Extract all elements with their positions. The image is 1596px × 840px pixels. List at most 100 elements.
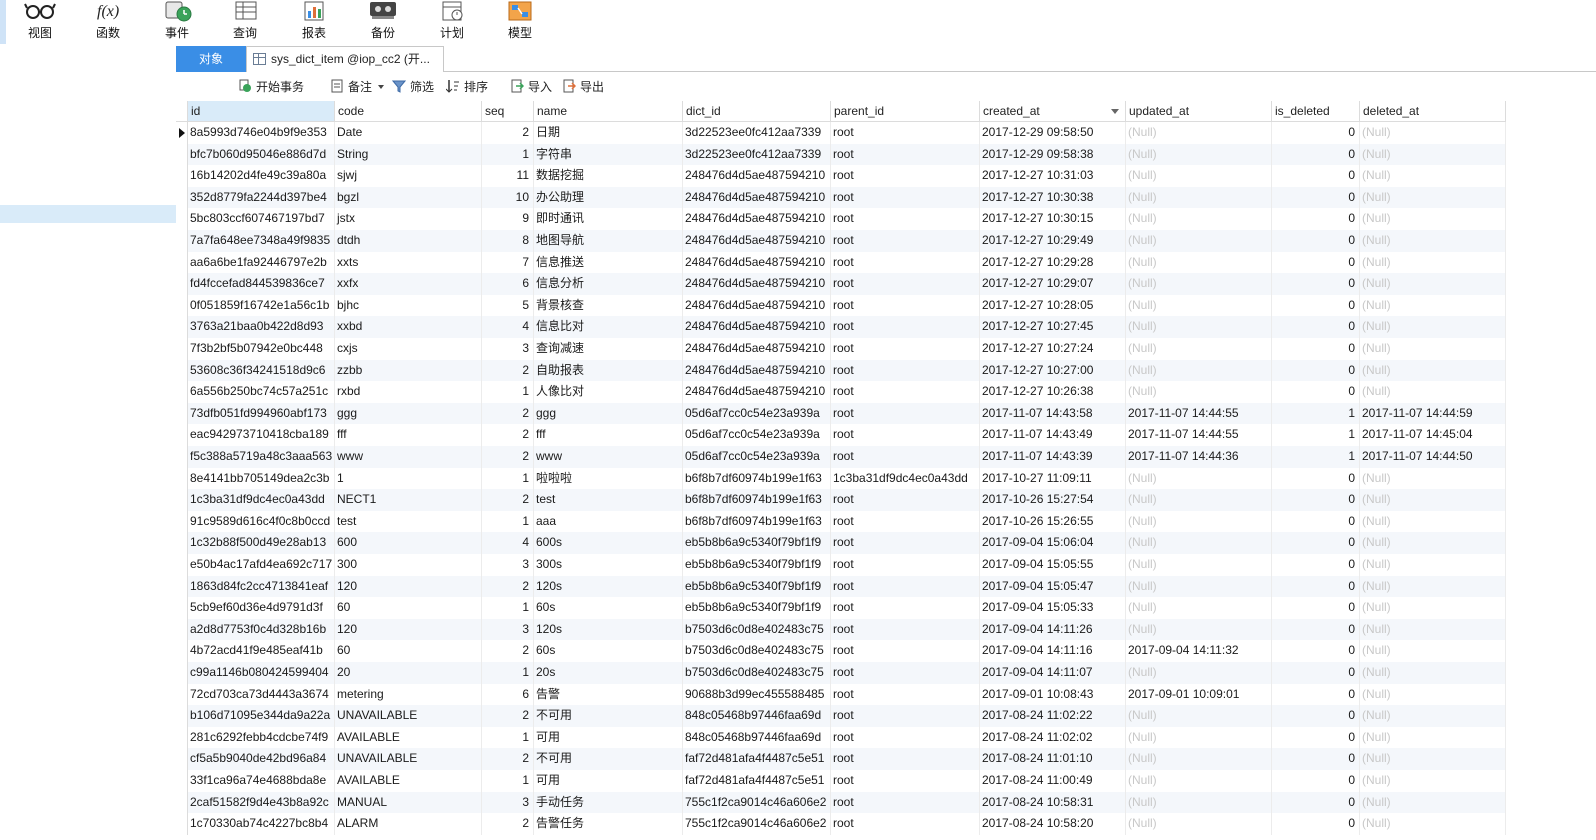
cell-name[interactable]: fff <box>534 424 683 446</box>
row-selector[interactable] <box>176 532 188 554</box>
cell-deleted-at[interactable]: (Null) <box>1360 165 1506 187</box>
row-selector[interactable] <box>176 726 188 749</box>
cell-code[interactable]: ALARM <box>335 813 482 835</box>
table-row[interactable]: 33f1ca96a74e4688bda8e AVAILABLE 1 可用 faf72d4… <box>176 770 1506 792</box>
cell-is-deleted[interactable]: 0 <box>1272 618 1360 641</box>
cell-created-at[interactable]: 2017-12-29 09:58:38 <box>980 143 1126 166</box>
cell-updated-at[interactable]: (Null) <box>1126 705 1272 727</box>
cell-seq[interactable]: 2 <box>482 359 534 382</box>
cell-seq[interactable]: 4 <box>482 532 534 554</box>
cell-seq[interactable]: 3 <box>482 338 534 360</box>
cell-name[interactable]: ggg <box>534 402 683 425</box>
cell-id[interactable]: 73dfb051fd994960abf173 <box>188 402 335 425</box>
cell-updated-at[interactable]: (Null) <box>1126 532 1272 554</box>
cell-created-at[interactable]: 2017-12-27 10:30:15 <box>980 208 1126 230</box>
cell-parent-id[interactable]: root <box>831 165 980 187</box>
table-row[interactable]: 5cb9ef60d36e4d9791d3f 60 1 60s eb5b8b6a9c534… <box>176 597 1506 619</box>
cell-updated-at[interactable]: (Null) <box>1126 467 1272 490</box>
ribbon-report-button[interactable]: 报表 <box>286 0 342 44</box>
cell-seq[interactable]: 1 <box>482 381 534 403</box>
cell-parent-id[interactable]: root <box>831 294 980 317</box>
row-selector[interactable] <box>176 770 188 792</box>
cell-id[interactable]: 16b14202d4fe49c39a80a <box>188 165 335 187</box>
column-header-id[interactable]: id <box>188 101 335 122</box>
cell-created-at[interactable]: 2017-11-07 14:43:39 <box>980 446 1126 468</box>
cell-dict-id[interactable]: 248476d4d5ae487594210 <box>683 381 831 403</box>
cell-id[interactable]: 352d8779fa2244d397be4 <box>188 186 335 209</box>
cell-id[interactable]: eac942973710418cba189 <box>188 424 335 446</box>
cell-parent-id[interactable]: root <box>831 402 980 425</box>
table-row[interactable]: bfc7b060d95046e886d7d String 1 字符串 3d22523ee… <box>176 143 1506 166</box>
cell-created-at[interactable]: 2017-10-26 15:27:54 <box>980 489 1126 511</box>
cell-seq[interactable]: 2 <box>482 705 534 727</box>
cell-seq[interactable]: 3 <box>482 554 534 576</box>
cell-code[interactable]: String <box>335 143 482 166</box>
sort-button[interactable]: 排序 <box>446 78 488 96</box>
row-selector[interactable] <box>176 748 188 770</box>
cell-name[interactable]: 信息比对 <box>534 316 683 338</box>
cell-is-deleted[interactable]: 0 <box>1272 597 1360 619</box>
cell-code[interactable]: www <box>335 446 482 468</box>
cell-dict-id[interactable]: b6f8b7df60974b199e1f63 <box>683 489 831 511</box>
column-header-name[interactable]: name <box>534 101 683 122</box>
cell-created-at[interactable]: 2017-10-26 15:26:55 <box>980 510 1126 533</box>
cell-deleted-at[interactable]: (Null) <box>1360 230 1506 252</box>
cell-deleted-at[interactable]: (Null) <box>1360 359 1506 382</box>
cell-dict-id[interactable]: eb5b8b6a9c5340f79bf1f9 <box>683 597 831 619</box>
row-selector[interactable] <box>176 467 188 490</box>
cell-name[interactable]: 120s <box>534 575 683 598</box>
export-button[interactable]: 导出 <box>562 78 604 96</box>
cell-deleted-at[interactable]: (Null) <box>1360 381 1506 403</box>
notes-dropdown-icon[interactable] <box>378 85 385 89</box>
cell-deleted-at[interactable]: (Null) <box>1360 186 1506 209</box>
cell-code[interactable]: ggg <box>335 402 482 425</box>
cell-seq[interactable]: 2 <box>482 748 534 770</box>
table-row[interactable]: 5bc803ccf607467197bd7 jstx 9 即时通讯 248476d4d5… <box>176 208 1506 230</box>
cell-created-at[interactable]: 2017-08-24 11:02:02 <box>980 726 1126 749</box>
cell-deleted-at[interactable]: (Null) <box>1360 510 1506 533</box>
cell-is-deleted[interactable]: 0 <box>1272 532 1360 554</box>
cell-dict-id[interactable]: 248476d4d5ae487594210 <box>683 338 831 360</box>
row-selector[interactable] <box>176 143 188 166</box>
cell-seq[interactable]: 2 <box>482 402 534 425</box>
cell-dict-id[interactable]: b6f8b7df60974b199e1f63 <box>683 467 831 490</box>
cell-code[interactable]: 120 <box>335 575 482 598</box>
cell-updated-at[interactable]: (Null) <box>1126 294 1272 317</box>
row-selector[interactable] <box>176 618 188 641</box>
cell-parent-id[interactable]: root <box>831 359 980 382</box>
column-header-seq[interactable]: seq <box>482 101 534 122</box>
cell-dict-id[interactable]: 248476d4d5ae487594210 <box>683 294 831 317</box>
cell-seq[interactable]: 3 <box>482 618 534 641</box>
column-header-created-at[interactable]: created_at <box>980 101 1126 122</box>
cell-dict-id[interactable]: 248476d4d5ae487594210 <box>683 186 831 209</box>
cell-dict-id[interactable]: 05d6af7cc0c54e23a939a <box>683 446 831 468</box>
row-selector[interactable] <box>176 683 188 706</box>
cell-created-at[interactable]: 2017-12-27 10:27:24 <box>980 338 1126 360</box>
cell-parent-id[interactable]: root <box>831 770 980 792</box>
notes-button[interactable]: 备注 <box>330 78 385 96</box>
row-selector[interactable] <box>176 446 188 468</box>
cell-name[interactable]: 办公助理 <box>534 186 683 209</box>
cell-created-at[interactable]: 2017-11-07 14:43:49 <box>980 424 1126 446</box>
cell-updated-at[interactable]: (Null) <box>1126 662 1272 684</box>
cell-seq[interactable]: 4 <box>482 316 534 338</box>
cell-parent-id[interactable]: root <box>831 705 980 727</box>
cell-is-deleted[interactable]: 0 <box>1272 510 1360 533</box>
column-header-code[interactable]: code <box>335 101 482 122</box>
table-row[interactable]: 0f051859f16742e1a56c1b bjhc 5 背景核查 248476d4d… <box>176 294 1506 317</box>
cell-id[interactable]: 8e4141bb705149dea2c3b <box>188 467 335 490</box>
row-selector[interactable] <box>176 273 188 295</box>
cell-parent-id[interactable]: root <box>831 424 980 446</box>
row-selector[interactable] <box>176 294 188 317</box>
cell-is-deleted[interactable]: 1 <box>1272 402 1360 425</box>
cell-code[interactable]: cxjs <box>335 338 482 360</box>
cell-is-deleted[interactable]: 0 <box>1272 770 1360 792</box>
cell-code[interactable]: AVAILABLE <box>335 726 482 749</box>
cell-deleted-at[interactable]: (Null) <box>1360 662 1506 684</box>
cell-updated-at[interactable]: (Null) <box>1126 316 1272 338</box>
cell-updated-at[interactable]: (Null) <box>1126 554 1272 576</box>
row-selector[interactable] <box>176 489 188 511</box>
table-row[interactable]: 1863d84fc2cc4713841eaf 120 2 120s eb5b8b6a9c… <box>176 575 1506 598</box>
cell-name[interactable]: 信息分析 <box>534 273 683 295</box>
cell-name[interactable]: 日期 <box>534 122 683 144</box>
